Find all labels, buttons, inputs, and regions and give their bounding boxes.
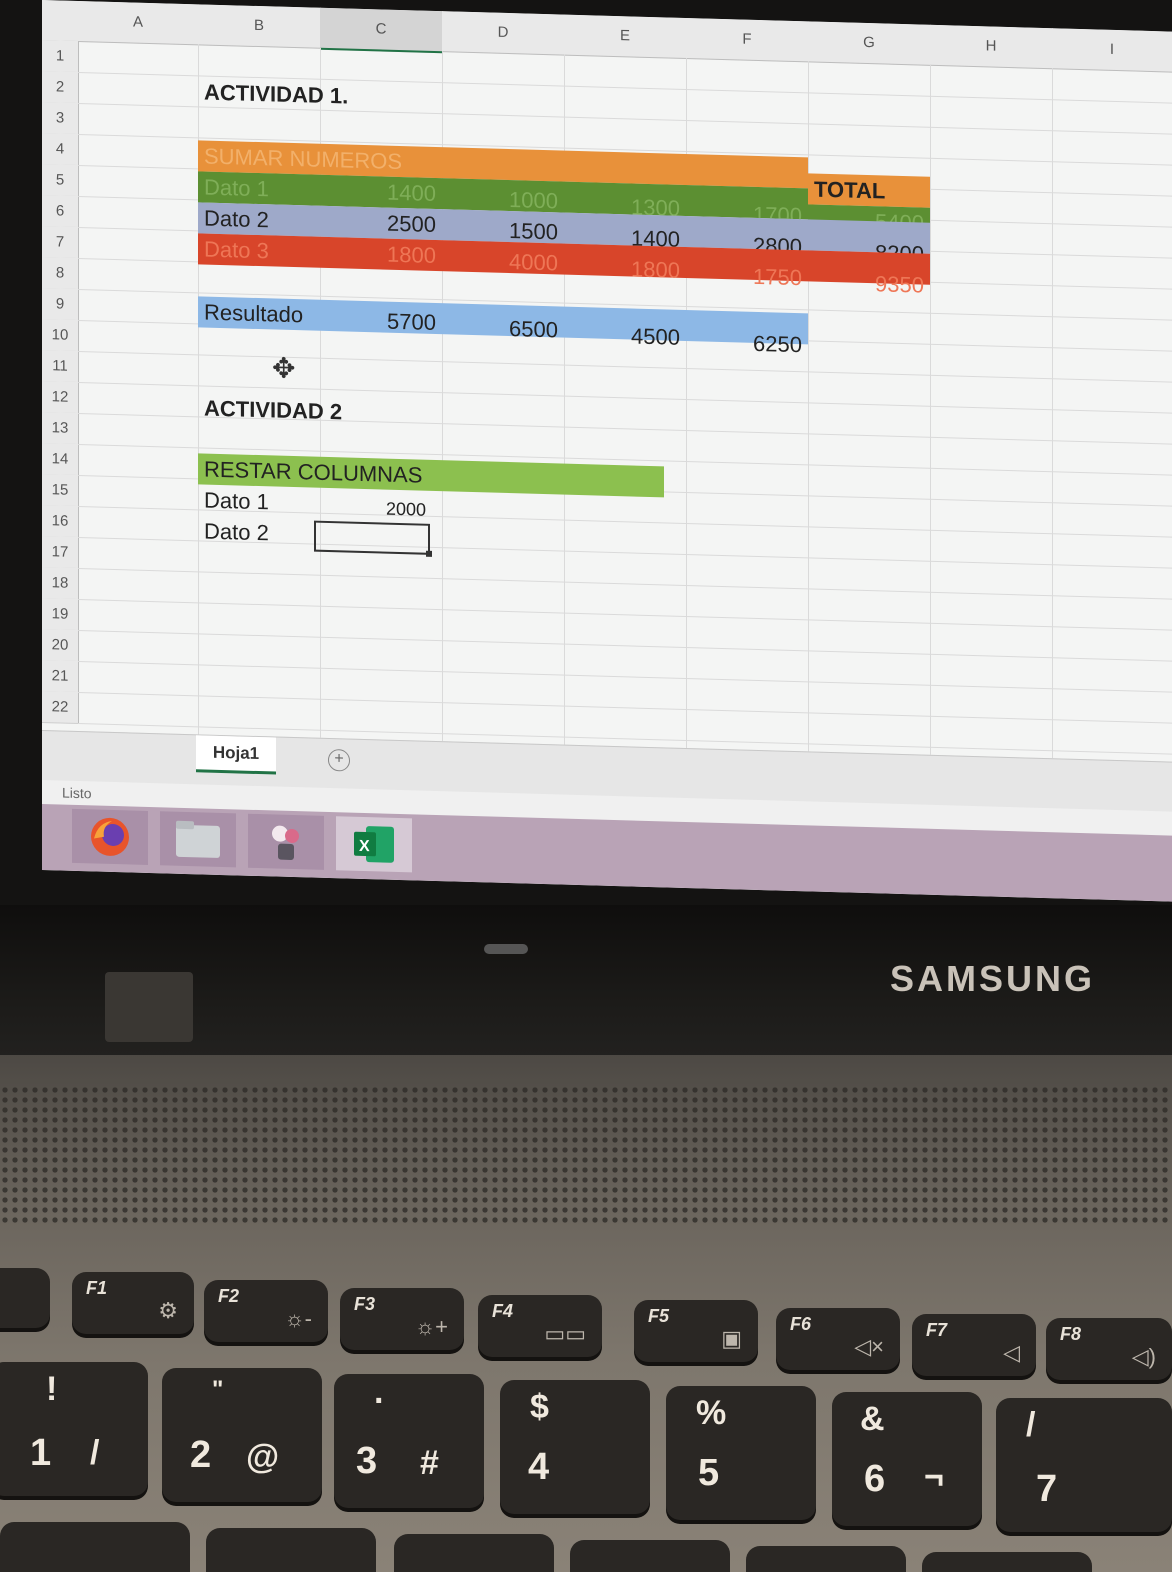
fill-handle[interactable] (426, 550, 432, 557)
active-cell-c16[interactable] (314, 520, 432, 557)
status-text: Listo (62, 784, 92, 802)
resultado-f[interactable]: 6250 (686, 326, 808, 360)
column-header-e[interactable]: E (564, 14, 687, 60)
resultado-d[interactable]: 6500 (442, 311, 564, 345)
dato3-total[interactable]: 9350 (808, 266, 930, 300)
column-header-h[interactable]: H (930, 24, 1053, 70)
row-header-8[interactable]: 8 (42, 257, 79, 291)
key-f8[interactable]: F8 ◁) (1046, 1318, 1172, 1380)
key-5[interactable]: % 5 (666, 1386, 816, 1520)
row-header-5[interactable]: 5 (42, 164, 79, 198)
activity2-title: ACTIVIDAD 2 (204, 395, 343, 424)
key-r[interactable] (570, 1540, 730, 1572)
column-header-a[interactable]: A (78, 1, 199, 46)
key-w[interactable] (206, 1528, 376, 1572)
key-1[interactable]: ! 1 / (0, 1362, 148, 1496)
laptop-brand-logo: SAMSUNG (890, 958, 1096, 999)
file-manager-icon[interactable] (160, 811, 236, 868)
key-7[interactable]: / 7 (996, 1398, 1172, 1532)
dato3-f[interactable]: 1750 (686, 259, 808, 293)
dato3-d[interactable]: 4000 (442, 244, 564, 278)
column-header-f[interactable]: F (686, 17, 809, 63)
column-header-d[interactable]: D (442, 11, 565, 56)
dato3-e[interactable]: 1800 (564, 252, 686, 286)
row-header-11[interactable]: 11 (42, 350, 79, 384)
key-f4[interactable]: F4 ▭▭ (478, 1295, 602, 1357)
total-header: TOTAL (814, 176, 886, 204)
restar-dato1-label: Dato 1 (204, 487, 269, 514)
column-header-g[interactable]: G (808, 21, 931, 66)
key-f3[interactable]: F3 ☼+ (340, 1288, 464, 1350)
excel-icon[interactable]: X (336, 816, 412, 873)
row-header-2[interactable]: 2 (42, 71, 79, 105)
speaker-grille (0, 1085, 1172, 1225)
row-header-9[interactable]: 9 (42, 288, 79, 322)
image-viewer-icon[interactable] (248, 813, 324, 870)
hinge (105, 972, 193, 1042)
key-f1[interactable]: F1 ⚙ (72, 1272, 194, 1334)
column-header-b[interactable]: B (198, 4, 321, 49)
move-cursor-icon: ✥ (272, 352, 296, 385)
column-header-c[interactable]: C (320, 7, 443, 54)
key-esc[interactable] (0, 1268, 50, 1328)
select-all-corner[interactable] (42, 0, 79, 43)
svg-text:X: X (359, 838, 370, 855)
key-y[interactable] (922, 1552, 1092, 1572)
dato3-c[interactable]: 1800 (320, 237, 442, 271)
key-4[interactable]: $ 4 (500, 1380, 650, 1514)
dato1-label: Dato 1 (204, 174, 269, 201)
row-header-12[interactable]: 12 (42, 381, 79, 415)
key-f7[interactable]: F7 ◁ (912, 1314, 1036, 1376)
row-header-1[interactable]: 1 (42, 40, 79, 74)
row-header-10[interactable]: 10 (42, 319, 79, 353)
key-f5[interactable]: F5 ▣ (634, 1300, 758, 1362)
dato3-label: Dato 3 (204, 236, 269, 263)
row-header-13[interactable]: 13 (42, 412, 79, 446)
key-3[interactable]: · 3 # (334, 1374, 484, 1508)
row-header-17[interactable]: 17 (42, 536, 79, 570)
row-header-15[interactable]: 15 (42, 474, 79, 508)
row-header-6[interactable]: 6 (42, 195, 79, 229)
webcam-indicator (484, 944, 528, 954)
key-f2[interactable]: F2 ☼- (204, 1280, 328, 1342)
row-header-18[interactable]: 18 (42, 567, 79, 601)
resultado-c[interactable]: 5700 (320, 304, 442, 338)
key-6[interactable]: & 6 ¬ (832, 1392, 982, 1526)
dato1-c[interactable]: 1400 (320, 175, 442, 209)
photo-scene: A B C D E F G H I 1 2 3 4 5 6 7 8 9 10 11 12 13 14 15 1… (0, 0, 1172, 1572)
key-f6[interactable]: F6 ◁× (776, 1308, 900, 1370)
excel-window: A B C D E F G H I 1 2 3 4 5 6 7 8 9 10 11 12 13 14 15 1… (42, 0, 1172, 902)
firefox-icon[interactable] (72, 808, 148, 865)
key-2[interactable]: " 2 @ (162, 1368, 322, 1502)
restar-dato2-label: Dato 2 (204, 518, 269, 545)
dato2-label: Dato 2 (204, 205, 269, 232)
row-header-14[interactable]: 14 (42, 443, 79, 477)
screen-bezel: A B C D E F G H I 1 2 3 4 5 6 7 8 9 10 11 12 13 14 15 1… (0, 0, 1172, 905)
worksheet-grid: A B C D E F G H I 1 2 3 4 5 6 7 8 9 10 11 12 13 14 15 1… (42, 0, 1172, 762)
row-header-20[interactable]: 20 (42, 629, 79, 663)
dato2-c[interactable]: 2500 (320, 206, 442, 240)
key-t[interactable] (746, 1546, 906, 1572)
row-header-4[interactable]: 4 (42, 133, 79, 167)
row-header-7[interactable]: 7 (42, 226, 79, 260)
sheet-tab-hoja1[interactable]: Hoja1 (196, 735, 276, 775)
row-header-16[interactable]: 16 (42, 505, 79, 539)
plus-circle-icon[interactable]: + (328, 748, 350, 772)
row-header-3[interactable]: 3 (42, 102, 79, 136)
resultado-e[interactable]: 4500 (564, 319, 686, 353)
key-e[interactable] (394, 1534, 554, 1572)
row-header-21[interactable]: 21 (42, 660, 79, 694)
row-header-22[interactable]: 22 (42, 691, 79, 725)
row-header-19[interactable]: 19 (42, 598, 79, 632)
resultado-label: Resultado (204, 299, 304, 327)
key-q[interactable] (0, 1522, 190, 1572)
column-header-i[interactable]: I (1052, 28, 1172, 73)
activity1-title: ACTIVIDAD 1. (204, 79, 349, 109)
